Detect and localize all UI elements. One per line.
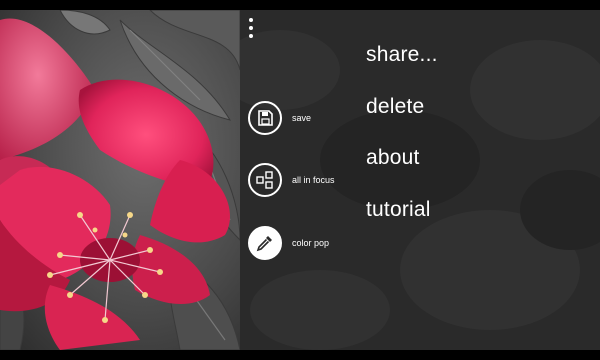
photo-view[interactable] <box>0 10 240 350</box>
dot <box>249 34 253 38</box>
eyedropper-icon <box>248 226 282 260</box>
color-pop-label: color pop <box>292 238 330 248</box>
save-disk-icon <box>248 101 282 135</box>
save-label: save <box>292 113 312 123</box>
save-button[interactable]: save <box>248 99 311 137</box>
menu-item-share[interactable]: share... <box>366 43 438 67</box>
menu-item-about[interactable]: about <box>366 146 420 170</box>
app-screen: save all in focus color pop share... del… <box>0 0 600 360</box>
ellipsis-vertical-icon[interactable] <box>246 18 256 40</box>
color-pop-photo <box>0 10 240 350</box>
color-pop-button[interactable]: color pop <box>248 224 329 262</box>
bottom-letterbox <box>0 350 600 360</box>
menu-item-tutorial[interactable]: tutorial <box>366 198 431 222</box>
top-letterbox <box>0 0 600 10</box>
all-in-focus-button[interactable]: all in focus <box>248 161 335 199</box>
menu-item-delete[interactable]: delete <box>366 95 424 119</box>
app-bar-panel: save all in focus color pop share... del… <box>240 10 600 350</box>
all-in-focus-label: all in focus <box>292 175 335 185</box>
dot <box>249 26 253 30</box>
dot <box>249 18 253 22</box>
all-in-focus-icon <box>248 163 282 197</box>
